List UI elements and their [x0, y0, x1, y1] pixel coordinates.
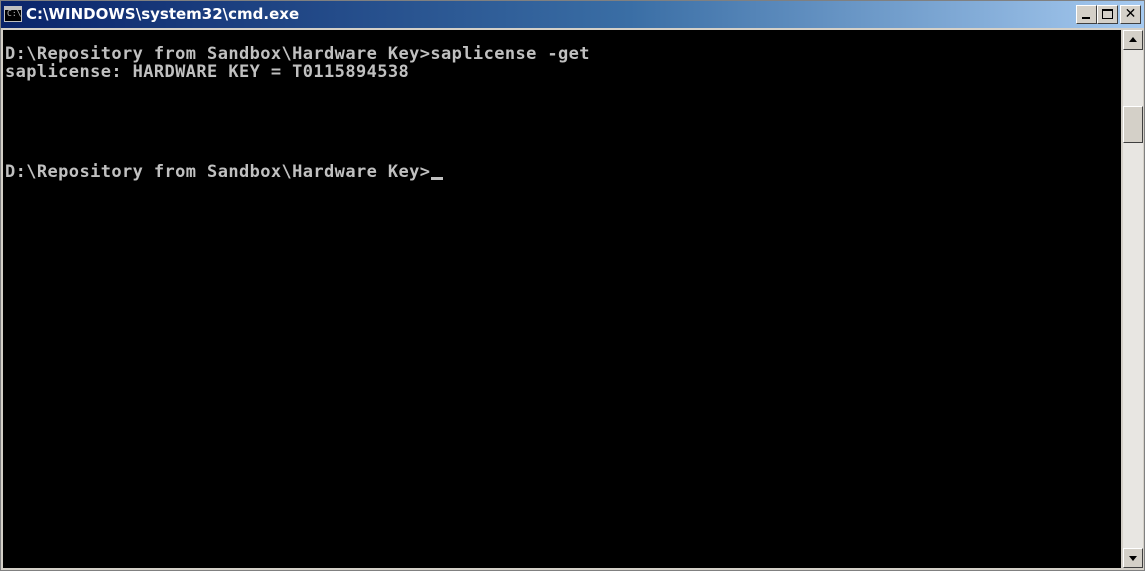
maximize-icon — [1102, 9, 1113, 19]
text-cursor — [431, 177, 444, 180]
vertical-scrollbar[interactable] — [1123, 30, 1143, 568]
minimize-icon — [1082, 17, 1090, 19]
cmd-window: C:\ C:\WINDOWS\system32\cmd.exe ✕ D:\Rep… — [0, 0, 1145, 571]
scroll-down-button[interactable] — [1123, 548, 1143, 568]
arrow-down-icon — [1129, 556, 1137, 561]
console-prompt-line: D:\Repository from Sandbox\Hardware Key> — [5, 162, 444, 182]
console-line: D:\Repository from Sandbox\Hardware Key>… — [5, 44, 590, 64]
title-bar[interactable]: C:\ C:\WINDOWS\system32\cmd.exe ✕ — [1, 1, 1144, 28]
arrow-up-icon — [1129, 37, 1137, 42]
icon-bar — [5, 7, 21, 10]
cmd-prompt-icon[interactable]: C:\ — [4, 6, 22, 22]
close-icon: ✕ — [1124, 6, 1137, 22]
console-line: saplicense: HARDWARE KEY = T0115894538 — [5, 62, 410, 82]
close-button[interactable]: ✕ — [1120, 5, 1141, 24]
scroll-up-button[interactable] — [1123, 30, 1143, 50]
console-output[interactable]: D:\Repository from Sandbox\Hardware Key>… — [3, 30, 1121, 568]
icon-label: C:\ — [7, 9, 22, 18]
minimize-button[interactable] — [1076, 5, 1097, 24]
window-title: C:\WINDOWS\system32\cmd.exe — [26, 5, 300, 23]
scrollbar-thumb[interactable] — [1123, 106, 1143, 143]
prompt-text: D:\Repository from Sandbox\Hardware Key> — [5, 162, 431, 182]
maximize-button[interactable] — [1097, 5, 1118, 24]
